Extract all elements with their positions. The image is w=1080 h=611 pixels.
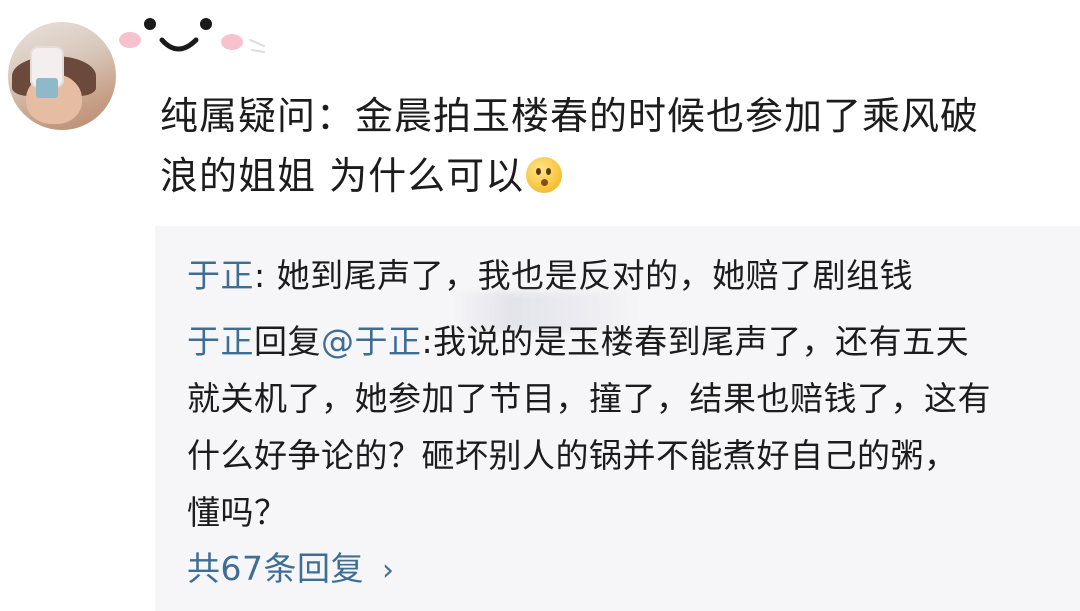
reply-item[interactable]: 于正回复@于正:我说的是玉楼春到尾声了，还有五天 [187,314,969,369]
comment-line-2: 浪的姐姐 为什么可以 [160,146,1065,206]
comment-text: 纯属疑问：金晨拍玉楼春的时候也参加了乘风破 浪的姐姐 为什么可以 [160,86,1065,206]
replies-panel: 于正: 她到尾声了，我也是反对的，她赔了剧组钱 于正回复@于正:我说的是玉楼春到… [155,226,1080,611]
more-replies-link[interactable]: 共67条回复 › [187,544,395,596]
reply-text-line-4: 懂吗？ [187,493,288,532]
chevron-right-icon: › [382,553,395,588]
comment-screenshot: 纯属疑问：金晨拍玉楼春的时候也参加了乘风破 浪的姐姐 为什么可以 于正: 她到尾… [0,0,1080,611]
reply-action: 回复 [254,322,321,361]
reply-mention[interactable]: @于正 [321,322,422,361]
reply-text: : 她到尾声了，我也是反对的，她赔了剧组钱 [254,256,914,295]
reply-username[interactable]: 于正 [187,256,254,295]
avatar-cup [36,78,58,98]
more-replies-label[interactable]: 共67条回复 [187,549,364,588]
thinking-face-emoji-icon [526,157,563,193]
comment-line-2-text: 浪的姐姐 为什么可以 [160,154,525,198]
reply-text-line-3: 什么好争论的？砸坏别人的锅并不能煮好自己的粥， [187,436,958,475]
kaomoji-sticker-icon [119,18,265,53]
reply-username[interactable]: 于正 [187,322,254,361]
comment-line-1: 纯属疑问：金晨拍玉楼春的时候也参加了乘风破 [160,94,980,138]
reply-text-line-2: 就关机了，她参加了节目，撞了，结果也赔钱了，这有 [187,379,991,418]
reply-text-line-1: :我说的是玉楼春到尾声了，还有五天 [421,322,970,361]
